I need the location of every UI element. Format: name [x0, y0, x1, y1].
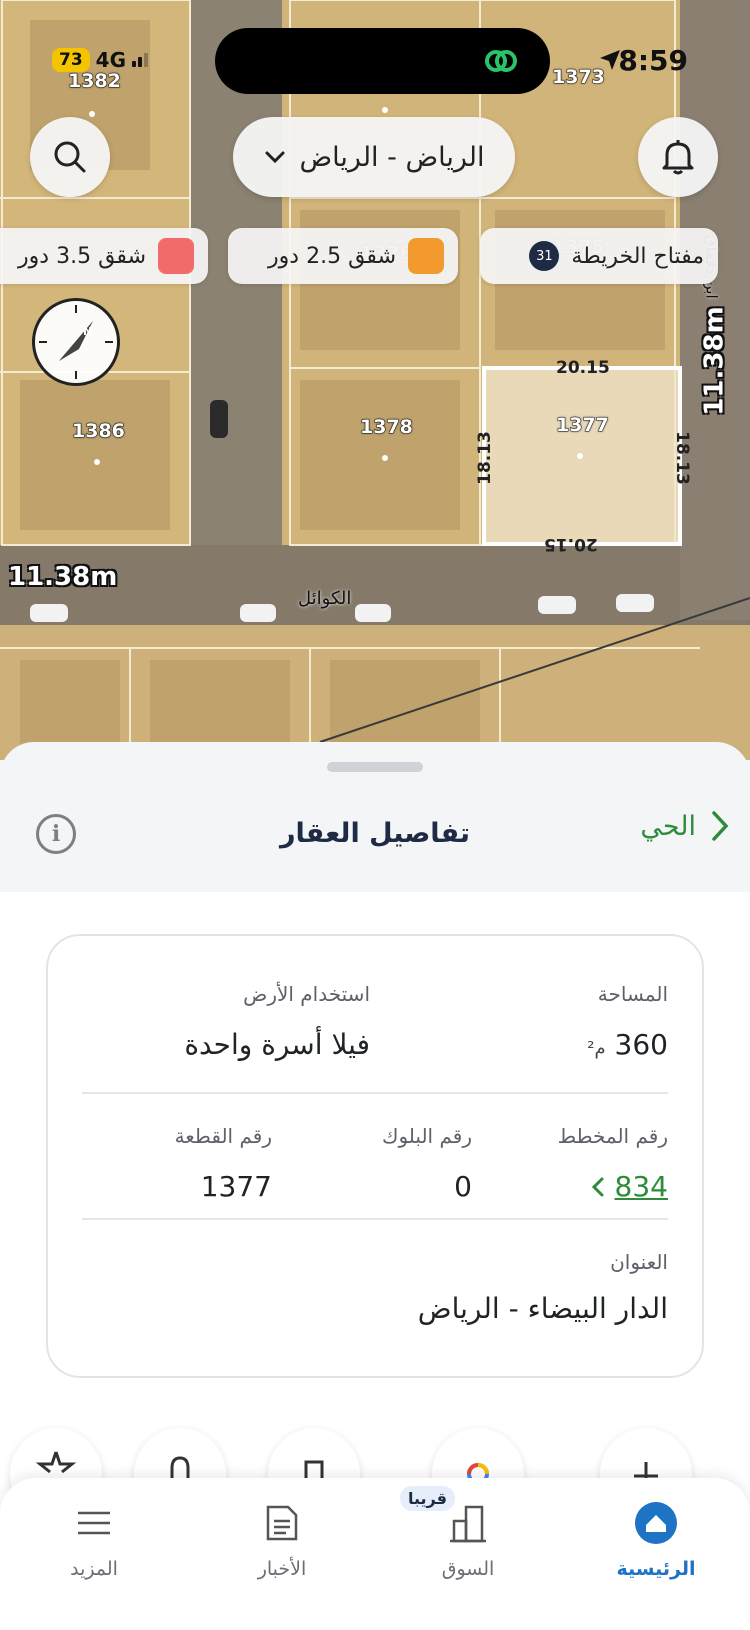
- plan-number-field: رقم المخطط 834: [558, 1124, 668, 1203]
- block-number-label: رقم البلوك: [381, 1124, 472, 1148]
- city-selector[interactable]: الرياض - الرياض: [233, 117, 515, 197]
- zoning-chip-label: شقق 3.5 دور: [18, 243, 146, 269]
- block-number-value: 0: [454, 1170, 472, 1203]
- address-field: العنوان الدار البيضاء - الرياض: [418, 1250, 668, 1325]
- zoning-color-swatch: [408, 238, 444, 274]
- measure-top: 20.15: [556, 358, 610, 378]
- dynamic-island: [215, 28, 550, 94]
- road-width-label: 11.38m: [699, 306, 730, 416]
- area-label: المساحة: [597, 982, 668, 1006]
- battery-indicator: 73: [52, 48, 90, 72]
- road-width-label: 11.38m: [8, 562, 118, 592]
- buildings-icon: [450, 1505, 486, 1543]
- block-number-field: رقم البلوك 0: [382, 1124, 472, 1203]
- tab-home[interactable]: الرئيسية: [586, 1498, 726, 1580]
- street-name: الكوائل: [298, 588, 352, 609]
- measure-right: 18.13: [671, 431, 692, 485]
- plot-label-selected[interactable]: 1377: [556, 414, 610, 437]
- chevron-left-icon: [591, 1177, 604, 1196]
- search-button[interactable]: [30, 117, 110, 197]
- bell-icon: [662, 140, 694, 175]
- status-left: 73 4G: [52, 48, 149, 72]
- plan-number-link[interactable]: 834: [558, 1170, 668, 1203]
- property-details-card: المساحة 360 م² استخدام الأرض فيلا أسرة و…: [46, 934, 704, 1378]
- district-link[interactable]: الحي: [640, 810, 730, 842]
- address-label: العنوان: [610, 1250, 668, 1274]
- city-selector-label: الرياض - الرياض: [299, 141, 485, 173]
- land-use-value: فيلا أسرة واحدة: [184, 1028, 370, 1061]
- search-icon: [54, 141, 86, 173]
- divider: [82, 1218, 668, 1220]
- map-view[interactable]: 1382 1373 1375 1376 1386 1378 1377 20.15…: [0, 0, 750, 760]
- measure-left: 18.13: [474, 431, 495, 485]
- district-link-label: الحي: [640, 810, 696, 842]
- link-icon: [485, 50, 517, 72]
- sheet-title: تفاصيل العقار: [279, 818, 471, 849]
- compass-icon: N: [39, 305, 113, 379]
- map-legend-button[interactable]: مفتاح الخريطة 31: [480, 228, 718, 284]
- tab-home-label: الرئيسية: [616, 1558, 696, 1580]
- status-bar: 73 4G 8:59: [0, 0, 750, 110]
- area-field: المساحة 360 م²: [587, 982, 668, 1061]
- parcel-number-field: رقم القطعة 1377: [175, 1124, 272, 1203]
- signal-icon: [132, 53, 149, 67]
- plot-label: 1378: [360, 416, 414, 439]
- notifications-button[interactable]: [638, 117, 718, 197]
- coming-soon-badge: قريبا: [400, 1486, 455, 1511]
- zoning-chip-label: شقق 2.5 دور: [268, 243, 396, 269]
- land-use-field: استخدام الأرض فيلا أسرة واحدة: [184, 982, 370, 1061]
- address-value: الدار البيضاء - الرياض: [417, 1292, 668, 1325]
- parcel-number-label: رقم القطعة: [174, 1124, 272, 1148]
- zoning-color-swatch: [158, 238, 194, 274]
- divider: [82, 1092, 668, 1094]
- tab-news[interactable]: الأخبار: [212, 1498, 352, 1580]
- home-icon: [635, 1502, 677, 1544]
- tab-more-label: المزيد: [70, 1558, 118, 1580]
- plan-number-label: رقم المخطط: [557, 1124, 668, 1148]
- plot-label: 1386: [72, 420, 126, 443]
- zoning-chip-3-5[interactable]: شقق 3.5 دور: [0, 228, 208, 284]
- map-legend-label: مفتاح الخريطة: [571, 243, 704, 269]
- network-indicator: 4G: [95, 48, 127, 72]
- tab-market-label: السوق: [441, 1558, 495, 1580]
- sheet-drag-handle[interactable]: [327, 762, 423, 772]
- chevron-right-icon: [712, 811, 729, 841]
- svg-text:N: N: [83, 325, 92, 338]
- menu-icon: [78, 1511, 110, 1535]
- compass-button[interactable]: N: [32, 298, 120, 386]
- legend-count-badge: 31: [529, 241, 560, 271]
- news-icon: [266, 1505, 298, 1541]
- tab-more[interactable]: المزيد: [24, 1498, 164, 1580]
- area-value: 360 م²: [587, 1028, 668, 1061]
- chevron-down-icon: [265, 151, 285, 164]
- clock: 8:59: [618, 44, 688, 77]
- parcel-number-value: 1377: [200, 1170, 272, 1203]
- tab-news-label: الأخبار: [257, 1558, 307, 1580]
- measure-bottom: 20.15: [544, 534, 598, 554]
- zoning-chip-2-5[interactable]: شقق 2.5 دور: [228, 228, 458, 284]
- bottom-tab-bar: الرئيسية السوق الأخبار المزيد: [0, 1478, 750, 1630]
- land-use-label: استخدام الأرض: [243, 982, 370, 1006]
